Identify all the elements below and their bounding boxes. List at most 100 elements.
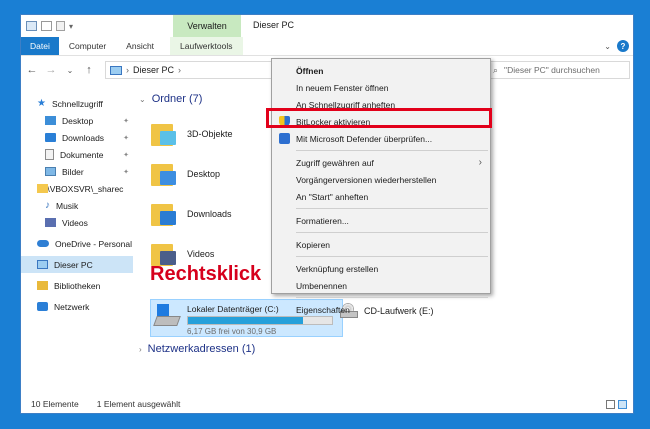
- menu-item-format[interactable]: Formatieren...: [272, 212, 490, 229]
- folder-downloads[interactable]: Downloads: [151, 201, 232, 227]
- pin-icon: ✦: [123, 151, 129, 159]
- folder-label: 3D-Objekte: [187, 129, 233, 139]
- menu-item-defender-scan[interactable]: Mit Microsoft Defender überprüfen...: [272, 130, 490, 147]
- 3d-objects-folder-icon: [151, 121, 177, 147]
- folder-label: Videos: [187, 249, 215, 259]
- defender-icon: [279, 133, 290, 144]
- folder-desktop[interactable]: Desktop: [151, 161, 220, 187]
- search-placeholder: "Dieser PC" durchsuchen: [504, 65, 600, 75]
- menu-item-pin-start[interactable]: An "Start" anheften: [272, 188, 490, 205]
- menu-item-rename[interactable]: Umbenennen: [272, 277, 490, 294]
- pin-icon: ✦: [123, 117, 129, 125]
- music-icon: ♪: [45, 200, 50, 211]
- nav-this-pc[interactable]: Dieser PC: [21, 256, 133, 273]
- group-title: Netzwerkadressen (1): [147, 343, 256, 355]
- pin-icon: ✦: [123, 168, 129, 176]
- customize-toolbar-icon[interactable]: ▾: [69, 22, 73, 31]
- nav-onedrive[interactable]: OneDrive - Personal: [21, 235, 133, 252]
- properties-icon[interactable]: [41, 21, 52, 31]
- nav-label: Desktop: [62, 115, 94, 126]
- breadcrumb-separator: ›: [178, 65, 182, 75]
- context-menu: Öffnen In neuem Fenster öffnen An Schnel…: [271, 58, 491, 315]
- chevron-right-icon: ›: [139, 344, 142, 354]
- desktop-icon: [45, 116, 56, 125]
- nav-network[interactable]: Netzwerk: [21, 298, 133, 315]
- folder-3d-objects[interactable]: 3D-Objekte: [151, 121, 233, 147]
- onedrive-cloud-icon: [37, 240, 49, 247]
- new-folder-icon[interactable]: [56, 21, 65, 31]
- videos-icon: [45, 218, 56, 227]
- context-tab-group: Verwalten: [173, 15, 241, 37]
- menu-item-restore-versions[interactable]: Vorgängerversionen wiederherstellen: [272, 171, 490, 188]
- network-share-icon: [37, 184, 48, 193]
- tiles-view-icon[interactable]: [618, 400, 627, 409]
- submenu-arrow-icon: ›: [478, 157, 482, 168]
- breadcrumb-this-pc[interactable]: Dieser PC: [133, 65, 174, 75]
- nav-label: Netzwerk: [54, 301, 90, 312]
- nav-label: Downloads: [62, 132, 105, 143]
- pc-icon: [26, 21, 37, 31]
- folder-label: Desktop: [187, 169, 221, 179]
- window-title: Dieser PC: [253, 20, 295, 30]
- bitlocker-highlight-box: [266, 108, 492, 128]
- nav-item-pictures[interactable]: Bilder ✦: [21, 163, 133, 180]
- menu-item-label: Zugriff gewähren auf: [296, 157, 374, 168]
- tab-ansicht[interactable]: Ansicht: [116, 37, 164, 55]
- view-switcher: [606, 400, 627, 409]
- this-pc-icon: [37, 260, 48, 269]
- desktop-folder-icon: [151, 161, 177, 187]
- group-header-folders[interactable]: ⌄ Ordner (7): [139, 93, 202, 105]
- nav-item-downloads[interactable]: Downloads ✦: [21, 129, 133, 146]
- menu-item-open-new-window[interactable]: In neuem Fenster öffnen: [272, 79, 490, 96]
- breadcrumb-separator: ›: [126, 65, 129, 75]
- nav-item-videos[interactable]: Videos: [21, 214, 133, 231]
- expand-ribbon-icon[interactable]: ⌄: [604, 42, 611, 51]
- tab-datei[interactable]: Datei: [21, 37, 59, 55]
- details-view-icon[interactable]: [606, 400, 615, 409]
- ribbon-tabs: Datei Computer Ansicht Laufwerktools ⌄ ?: [21, 37, 633, 56]
- nav-label: OneDrive - Personal: [55, 238, 133, 249]
- title-bar: ▾ Verwalten Dieser PC: [21, 15, 633, 37]
- menu-item-create-shortcut[interactable]: Verknüpfung erstellen: [272, 260, 490, 277]
- menu-item-properties[interactable]: Eigenschaften: [272, 301, 490, 318]
- menu-item-copy[interactable]: Kopieren: [272, 236, 490, 253]
- chevron-down-icon: ⌄: [139, 94, 146, 104]
- menu-separator: [296, 208, 488, 209]
- quick-access-toolbar: ▾: [21, 15, 73, 37]
- selection-count: 1 Element ausgewählt: [96, 399, 181, 409]
- search-input[interactable]: ⌕ "Dieser PC" durchsuchen: [486, 61, 630, 79]
- group-title: Ordner (7): [151, 93, 203, 105]
- annotation-right-click: Rechtsklick: [150, 263, 262, 285]
- help-icon[interactable]: ?: [617, 40, 629, 52]
- menu-item-give-access[interactable]: Zugriff gewähren auf ›: [272, 154, 490, 171]
- tab-laufwerktools[interactable]: Laufwerktools: [170, 37, 243, 55]
- up-button[interactable]: ↑: [82, 64, 96, 76]
- documents-icon: [45, 149, 54, 160]
- nav-label: Bibliotheken: [54, 280, 101, 291]
- nav-item-desktop[interactable]: Desktop ✦: [21, 112, 133, 129]
- nav-libraries[interactable]: Bibliotheken: [21, 277, 133, 294]
- nav-item-network-share[interactable]: \\VBOXSVR\_sharec: [21, 180, 133, 197]
- menu-item-open[interactable]: Öffnen: [272, 62, 490, 79]
- item-count: 10 Elemente: [31, 399, 79, 409]
- network-icon: [37, 302, 48, 311]
- pin-icon: ✦: [123, 134, 129, 142]
- nav-quick-access[interactable]: ★ Schnellzugriff: [21, 95, 133, 112]
- status-bar: 10 Elemente 1 Element ausgewählt: [21, 395, 633, 413]
- nav-label: Videos: [62, 217, 88, 228]
- star-icon: ★: [37, 98, 46, 109]
- nav-label: Musik: [56, 200, 79, 211]
- back-button[interactable]: ←: [25, 64, 39, 76]
- ribbon-right: ⌄ ?: [604, 40, 629, 52]
- group-header-network[interactable]: › Netzwerkadressen (1): [139, 343, 255, 355]
- drive-usage-fill: [188, 317, 304, 324]
- forward-button[interactable]: →: [44, 64, 58, 76]
- nav-label: Dieser PC: [54, 259, 93, 270]
- navigation-pane: ★ Schnellzugriff Desktop ✦ Downloads ✦ D…: [21, 91, 133, 391]
- this-pc-icon: [110, 65, 122, 75]
- nav-item-music[interactable]: ♪ Musik: [21, 197, 133, 214]
- recent-locations-button[interactable]: ⌄: [63, 66, 77, 75]
- nav-item-documents[interactable]: Dokumente ✦: [21, 146, 133, 163]
- tab-computer[interactable]: Computer: [59, 37, 116, 55]
- menu-separator: [296, 297, 488, 298]
